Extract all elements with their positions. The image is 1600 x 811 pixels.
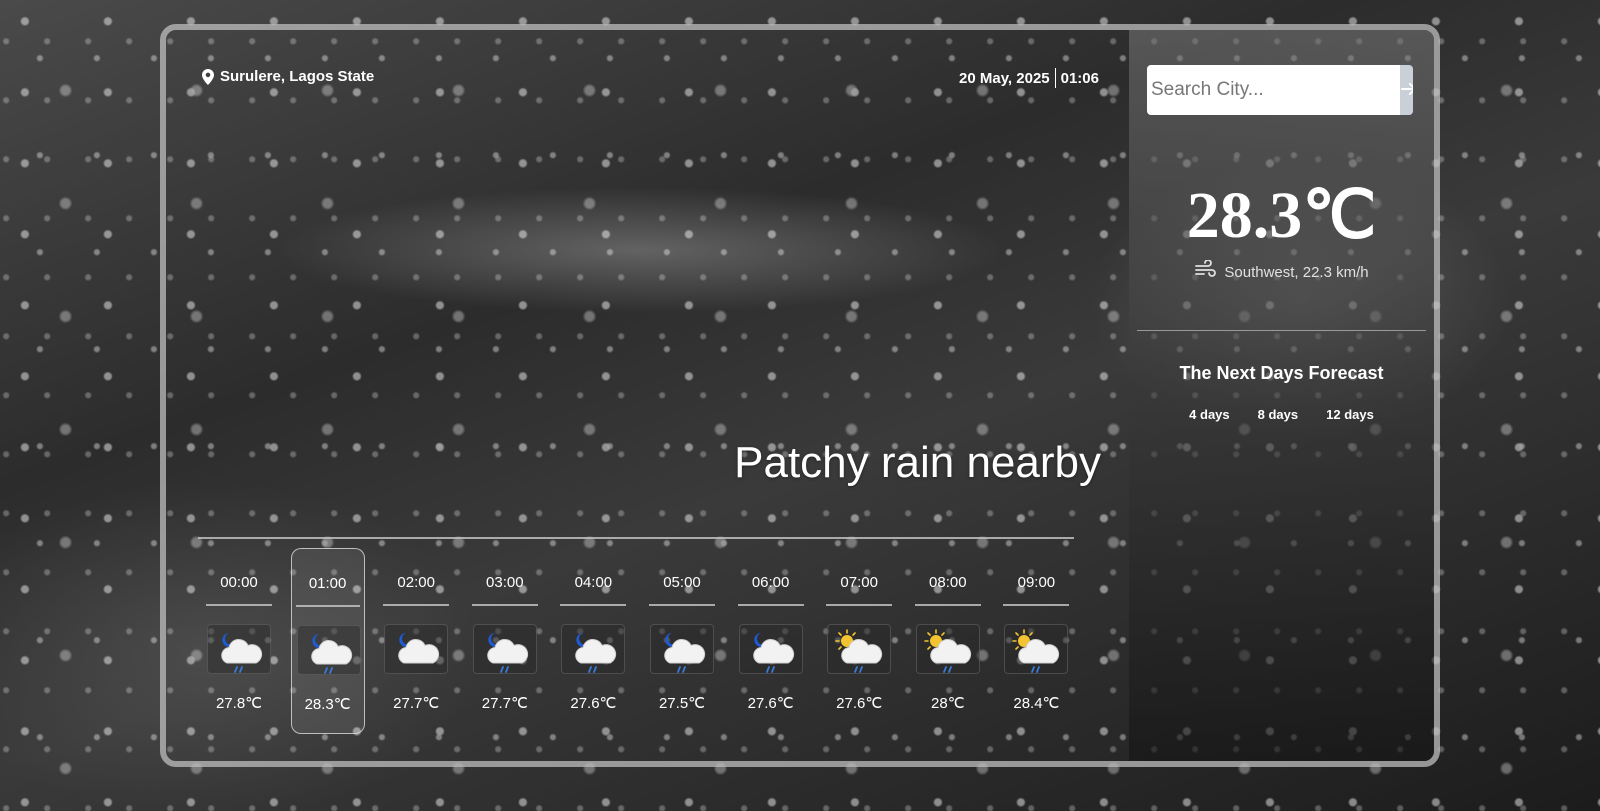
wind-info: Southwest, 22.3 km/h	[1129, 259, 1434, 284]
date-label: 20 May, 2025	[959, 69, 1050, 87]
hourly-item[interactable]: 09:00 28.4℃	[999, 548, 1073, 734]
hourly-divider	[198, 537, 1074, 539]
hourly-item[interactable]: 08:00 28℃	[911, 548, 985, 734]
hourly-temperature: 27.7℃	[393, 695, 440, 712]
night-rain-icon	[472, 624, 537, 674]
hourly-time: 07:00	[840, 574, 878, 591]
hourly-item[interactable]: 04:00 27.6℃	[556, 548, 630, 734]
date-time: 20 May, 2025 01:06	[959, 68, 1099, 88]
weather-condition: Patchy rain nearby	[734, 438, 1101, 487]
wind-icon	[1194, 259, 1217, 284]
hourly-item[interactable]: 00:00 27.8℃	[202, 548, 276, 734]
hourly-underline	[206, 604, 272, 606]
location: Surulere, Lagos State	[202, 68, 374, 85]
wind-label: Southwest, 22.3 km/h	[1224, 263, 1369, 281]
arrow-right-icon	[1400, 80, 1413, 101]
day-rain-icon	[1004, 624, 1069, 674]
hourly-forecast: 00:00 27.8℃ 01:00 28.3℃ 02:00 27.7℃ 03:00 27.7℃…	[202, 548, 1074, 736]
hourly-time: 05:00	[663, 574, 701, 591]
search-button[interactable]	[1400, 65, 1413, 115]
night-rain-icon	[561, 624, 626, 674]
day-rain-icon	[827, 624, 892, 674]
hourly-item[interactable]: 03:00 27.7℃	[468, 548, 542, 734]
hourly-time: 03:00	[486, 574, 524, 591]
hourly-underline	[826, 604, 893, 606]
hourly-time: 08:00	[929, 574, 967, 591]
hourly-item[interactable]: 02:00 27.7℃	[379, 548, 453, 734]
location-label: Surulere, Lagos State	[220, 68, 375, 85]
weather-card: Surulere, Lagos State 20 May, 2025 01:06…	[160, 24, 1440, 767]
hourly-item[interactable]: 06:00 27.6℃	[734, 548, 808, 734]
hourly-temperature: 27.6℃	[570, 695, 617, 712]
forecast-option-8-days[interactable]: 8 days	[1258, 407, 1298, 422]
hourly-underline	[383, 604, 450, 606]
hourly-underline	[560, 604, 627, 606]
forecast-range-options: 4 days 8 days 12 days	[1129, 407, 1434, 422]
map-pin-icon	[202, 68, 214, 85]
hourly-time: 02:00	[397, 574, 435, 591]
night-rain-icon	[650, 624, 714, 674]
current-temperature: 28.3℃	[1186, 179, 1377, 252]
hourly-item[interactable]: 05:00 27.5℃	[645, 548, 719, 734]
main-pane: Surulere, Lagos State 20 May, 2025 01:06…	[166, 30, 1129, 761]
hourly-temperature: 27.5℃	[658, 695, 706, 712]
hourly-temperature: 28.3℃	[304, 696, 351, 713]
search-bar	[1147, 65, 1413, 115]
hourly-underline	[914, 604, 981, 606]
hourly-item[interactable]: 01:00 28.3℃	[290, 548, 365, 734]
hourly-temperature: 28.4℃	[1013, 695, 1060, 712]
day-rain-icon	[915, 624, 980, 674]
hourly-time: 09:00	[1017, 574, 1056, 591]
hourly-item[interactable]: 07:00 27.6℃	[822, 548, 896, 734]
hourly-underline	[737, 604, 804, 606]
hourly-temperature: 27.6℃	[836, 695, 883, 712]
side-pane: 28.3℃ Southwest, 22.3 km/h The Next Days…	[1129, 30, 1434, 761]
time-label: 01:06	[1060, 69, 1099, 87]
date-time-separator	[1054, 68, 1056, 88]
hourly-underline	[1003, 604, 1070, 606]
hourly-time: 00:00	[220, 574, 258, 591]
night-cloudy-icon	[384, 624, 449, 674]
hourly-temperature: 28℃	[931, 695, 965, 712]
forecast-option-4-days[interactable]: 4 days	[1189, 407, 1229, 422]
forecast-title: The Next Days Forecast	[1179, 363, 1384, 383]
search-input[interactable]	[1147, 65, 1400, 115]
hourly-underline	[649, 604, 715, 606]
night-rain-icon	[207, 624, 271, 674]
hourly-temperature: 27.6℃	[747, 695, 794, 712]
hourly-time: 06:00	[751, 574, 790, 591]
night-rain-icon	[738, 624, 803, 674]
hourly-underline	[295, 605, 360, 607]
hourly-temperature: 27.8℃	[215, 695, 263, 712]
forecast-option-12-days[interactable]: 12 days	[1326, 407, 1374, 422]
hourly-underline	[471, 604, 538, 606]
side-divider	[1137, 330, 1426, 331]
hourly-temperature: 27.7℃	[481, 695, 528, 712]
night-rain-icon	[296, 625, 361, 675]
hourly-time: 04:00	[574, 574, 613, 591]
hourly-time: 01:00	[308, 575, 347, 592]
